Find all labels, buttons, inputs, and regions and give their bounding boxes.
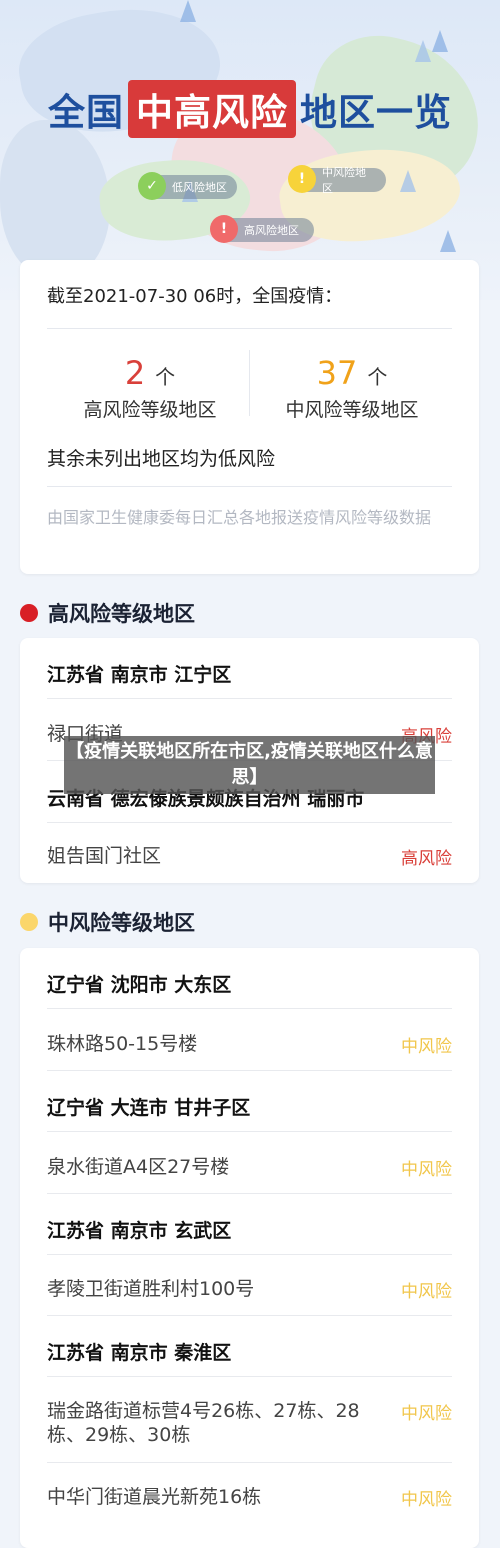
list-item-street: 珠林路50-15号楼 (47, 1033, 198, 1055)
risk-level-badge: 中风险 (401, 1404, 452, 1424)
list-item-province: 辽宁省 沈阳市 大东区 (47, 974, 232, 996)
rest-note: 其余未列出地区均为低风险 (47, 448, 276, 470)
mid-risk-label: 中风险等级地区 (285, 399, 419, 421)
list-item-street: 瑞金路街道标营4号26栋、27栋、28栋、29栋、30栋 (47, 1400, 360, 1446)
mid-risk-list: 辽宁省 沈阳市 大东区 珠林路50-15号楼 中风险 辽宁省 大连市 甘井子区 … (20, 948, 479, 1548)
yellow-dot-icon (20, 913, 38, 931)
mid-section-title: 中风险等级地区 (48, 911, 195, 935)
legend-high-risk: ! 高风险地区 (210, 215, 314, 243)
divider (47, 698, 452, 699)
divider (47, 1376, 452, 1377)
high-section-title: 高风险等级地区 (48, 602, 195, 626)
high-risk-label: 高风险等级地区 (83, 399, 217, 421)
mid-risk-stat: 37 个 中风险等级地区 (252, 355, 452, 422)
title-part-1: 全国 (48, 91, 124, 134)
mid-risk-unit: 个 (367, 365, 388, 389)
tree-icon (440, 230, 456, 252)
list-item-street: 泉水街道A4区27号楼 (47, 1156, 230, 1178)
legend-mid-label: 中风险地区 (322, 166, 366, 195)
summary-card: 截至2021-07-30 06时，全国疫情： 2个 高风险等级地区 37 个 中风… (20, 260, 479, 574)
risk-level-badge: 中风险 (401, 1282, 452, 1302)
risk-level-badge: 中风险 (401, 1037, 452, 1057)
high-risk-stat: 2个 高风险等级地区 (50, 355, 250, 422)
mid-risk-count: 37 (316, 354, 358, 392)
divider (47, 822, 452, 823)
risk-level-badge: 中风险 (401, 1160, 452, 1180)
mid-risk-section-heading: 中风险等级地区 (20, 907, 195, 937)
tree-icon (432, 30, 448, 52)
list-item-province: 江苏省 南京市 秦淮区 (47, 1342, 232, 1364)
risk-level-badge: 高风险 (401, 849, 452, 869)
exclamation-icon: ! (210, 215, 238, 243)
list-item-province: 辽宁省 大连市 甘井子区 (47, 1097, 251, 1119)
title-highlight: 中高风险 (128, 80, 296, 138)
exclamation-icon: ! (288, 165, 316, 193)
divider (47, 1254, 452, 1255)
divider (47, 1131, 452, 1132)
list-item[interactable]: 瑞金路街道标营4号26栋、27栋、28栋、29栋、30栋 中风险 (47, 1399, 452, 1447)
tree-icon (180, 0, 196, 22)
vertical-divider (249, 350, 250, 416)
risk-level-badge: 中风险 (401, 1490, 452, 1510)
list-item-province: 江苏省 南京市 江宁区 (47, 664, 232, 686)
legend-high-label: 高风险地区 (244, 224, 299, 237)
list-item[interactable]: 孝陵卫街道胜利村100号 中风险 (47, 1277, 452, 1302)
data-source-note: 由国家卫生健康委每日汇总各地报送疫情风险等级数据 (47, 508, 432, 527)
legend-mid-risk: ! 中风险地区 (288, 165, 386, 195)
legend-low-label: 低风险地区 (172, 181, 227, 194)
title-part-2: 地区一览 (300, 91, 452, 134)
list-item-street: 姐告国门社区 (47, 845, 162, 867)
high-risk-section-heading: 高风险等级地区 (20, 598, 195, 628)
divider (47, 328, 452, 329)
divider (47, 1070, 452, 1071)
list-item-street: 中华门街道晨光新苑16栋 (47, 1486, 262, 1508)
divider (47, 1462, 452, 1463)
high-risk-unit: 个 (155, 365, 176, 389)
list-item[interactable]: 姐告国门社区 高风险 (47, 844, 452, 869)
check-icon: ✓ (138, 172, 166, 200)
tree-icon (400, 170, 416, 192)
hero-map-banner: 全国 中高风险 地区一览 ✓ 低风险地区 ! 中风险地区 ! 高风险地区 (0, 0, 500, 300)
list-item-street: 孝陵卫街道胜利村100号 (47, 1278, 255, 1300)
divider (47, 486, 452, 487)
legend-low-risk: ✓ 低风险地区 (138, 172, 237, 200)
divider (47, 1193, 452, 1194)
map-region (0, 120, 110, 280)
red-dot-icon (20, 604, 38, 622)
tree-icon (415, 40, 431, 62)
list-item-province: 江苏省 南京市 玄武区 (47, 1220, 232, 1242)
as-of-text: 截至2021-07-30 06时，全国疫情： (47, 286, 343, 307)
list-item[interactable]: 中华门街道晨光新苑16栋 中风险 (47, 1485, 452, 1510)
high-risk-count: 2 (124, 354, 146, 392)
list-item[interactable]: 泉水街道A4区27号楼 中风险 (47, 1155, 452, 1180)
divider (47, 1315, 452, 1316)
article-title-overlay: 【疫情关联地区所在市区,疫情关联地区什么意思】 (64, 736, 435, 794)
page-title: 全国 中高风险 地区一览 (0, 80, 500, 138)
divider (47, 1008, 452, 1009)
list-item[interactable]: 珠林路50-15号楼 中风险 (47, 1032, 452, 1057)
